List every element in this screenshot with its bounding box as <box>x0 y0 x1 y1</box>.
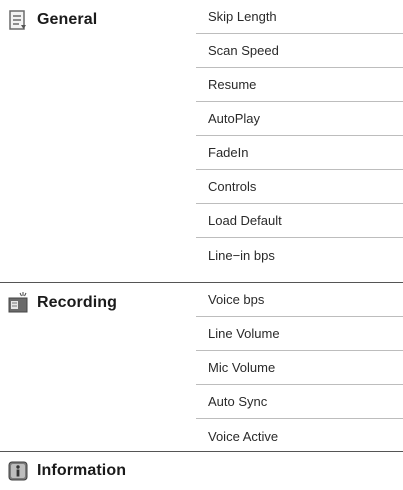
section-recording-header[interactable]: Recording <box>0 283 196 323</box>
settings-menu: General Skip Length Scan Speed Resume Au… <box>0 0 403 490</box>
information-icon <box>7 460 29 482</box>
section-general-header[interactable]: General <box>0 0 196 40</box>
section-general-items: Skip Length Scan Speed Resume AutoPlay F… <box>196 0 403 272</box>
recording-document-icon <box>7 292 29 314</box>
section-information-header[interactable]: Information <box>0 452 196 490</box>
menu-item-voice-bps[interactable]: Voice bps <box>196 283 403 317</box>
section-recording-title: Recording <box>37 294 118 311</box>
section-recording-items: Voice bps Line Volume Mic Volume Auto Sy… <box>196 283 403 453</box>
menu-item-line-in-bps[interactable]: Line−in bps <box>196 238 403 272</box>
section-general-title: General <box>37 11 98 28</box>
section-information-title: Information <box>37 462 127 479</box>
menu-item-auto-sync[interactable]: Auto Sync <box>196 385 403 419</box>
document-list-icon <box>7 9 29 31</box>
menu-item-fadein[interactable]: FadeIn <box>196 136 403 170</box>
menu-item-line-volume[interactable]: Line Volume <box>196 317 403 351</box>
menu-item-mic-volume[interactable]: Mic Volume <box>196 351 403 385</box>
menu-item-resume[interactable]: Resume <box>196 68 403 102</box>
menu-item-autoplay[interactable]: AutoPlay <box>196 102 403 136</box>
menu-item-load-default[interactable]: Load Default <box>196 204 403 238</box>
menu-item-controls[interactable]: Controls <box>196 170 403 204</box>
menu-item-skip-length[interactable]: Skip Length <box>196 0 403 34</box>
menu-item-scan-speed[interactable]: Scan Speed <box>196 34 403 68</box>
menu-item-voice-active[interactable]: Voice Active <box>196 419 403 453</box>
